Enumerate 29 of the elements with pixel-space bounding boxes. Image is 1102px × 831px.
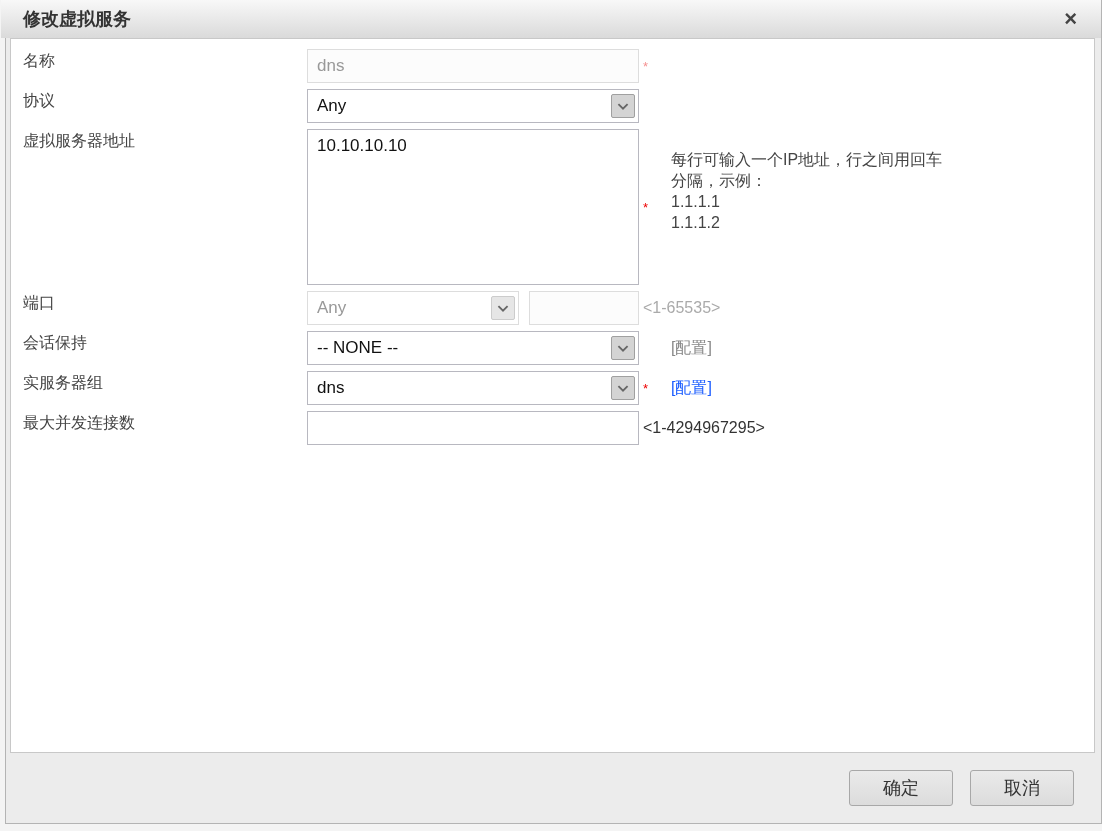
chevron-down-icon (611, 94, 635, 118)
range-hint: <1-4294967295> (642, 419, 765, 437)
chevron-down-icon (491, 296, 515, 320)
field-label: 实服务器组 (23, 373, 104, 393)
config-link[interactable]: [配置] (671, 377, 712, 399)
dialog-button[interactable]: 确定 (849, 770, 953, 806)
field-label: 协议 (23, 91, 56, 111)
dialog-button[interactable]: 取消 (970, 770, 1074, 806)
hint-text: 1.1.1.1 (671, 192, 721, 212)
required-icon: * (643, 199, 649, 215)
select-field[interactable]: dns (307, 371, 639, 405)
text-field[interactable] (307, 411, 639, 445)
required-icon: * (643, 58, 649, 74)
chevron-down-icon (611, 376, 635, 400)
dialog-title: 修改虚拟服务 (23, 8, 131, 31)
field-label: 端口 (23, 293, 56, 313)
range-hint: <1-65535> (642, 299, 721, 317)
required-icon: * (643, 380, 649, 396)
hint-text: 每行可输入一个IP地址，行之间用回车分隔，示例： (671, 150, 944, 191)
hint-text: 1.1.1.2 (671, 213, 721, 233)
field-label: 虚拟服务器地址 (23, 131, 136, 151)
textarea-field[interactable]: 10.10.10.10 (307, 129, 639, 285)
field-label: 会话保持 (23, 333, 88, 353)
chevron-down-icon (611, 336, 635, 360)
select-field[interactable]: -- NONE -- (307, 331, 639, 365)
field-label: 最大并发连接数 (23, 413, 136, 433)
select-field[interactable]: Any (307, 89, 639, 123)
field-label: 名称 (23, 51, 56, 71)
close-button[interactable]: × (1060, 8, 1081, 30)
